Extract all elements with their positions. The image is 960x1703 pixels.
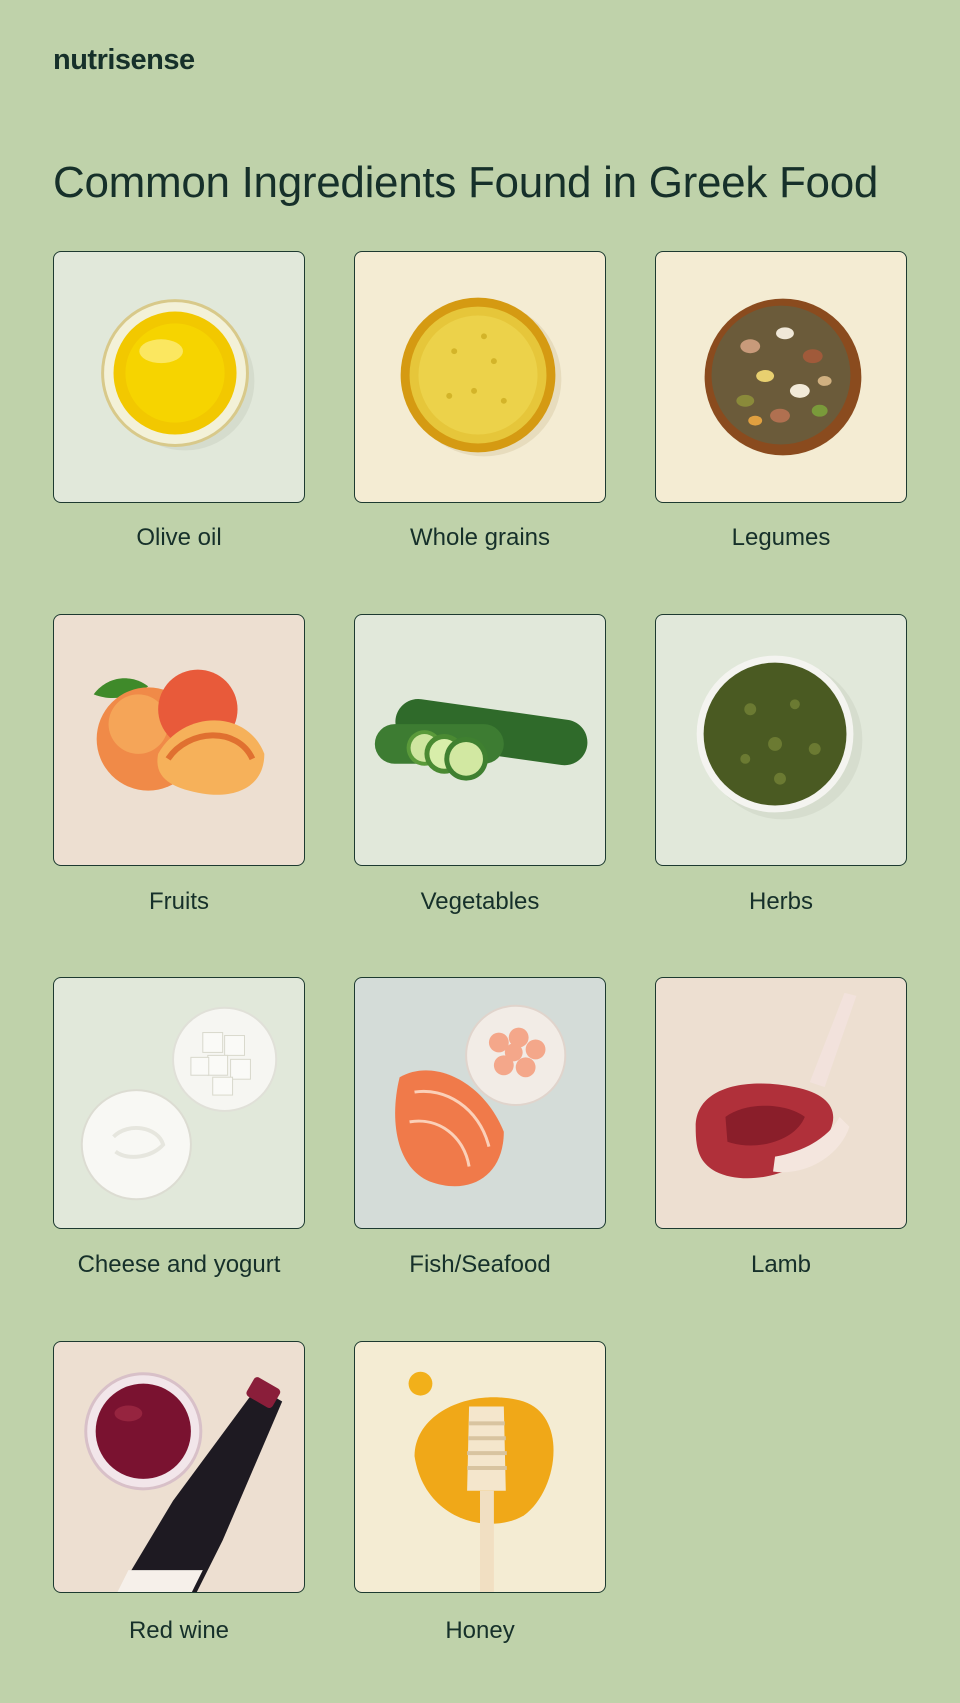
red-wine-image	[53, 1341, 305, 1593]
label-red-wine: Red wine	[128, 1617, 230, 1644]
label-legumes: Legumes	[731, 524, 831, 551]
olive-oil-image	[53, 251, 305, 503]
label-cheese-and-yogurt: Cheese and yogurt	[77, 1251, 281, 1278]
label-herbs: Herbs	[748, 888, 814, 915]
honey-image	[354, 1341, 606, 1593]
cheese-and-yogurt-image	[53, 977, 305, 1229]
peaches-image	[53, 614, 305, 866]
ingredient-grid: Olive oil Whole grains Legumes Fruits Ve…	[0, 0, 960, 1703]
salmon-and-shrimp-image	[354, 977, 606, 1229]
label-lamb: Lamb	[750, 1251, 812, 1278]
label-fish-seafood: Fish/Seafood	[409, 1251, 551, 1278]
whole-grains-image	[354, 251, 606, 503]
lamb-image	[655, 977, 907, 1229]
label-fruits: Fruits	[149, 888, 209, 915]
label-olive-oil: Olive oil	[136, 524, 222, 551]
label-honey: Honey	[445, 1617, 515, 1644]
legumes-image	[655, 251, 907, 503]
zucchini-image	[354, 614, 606, 866]
herbs-image	[655, 614, 907, 866]
label-vegetables: Vegetables	[420, 888, 540, 915]
label-whole-grains: Whole grains	[409, 524, 551, 551]
